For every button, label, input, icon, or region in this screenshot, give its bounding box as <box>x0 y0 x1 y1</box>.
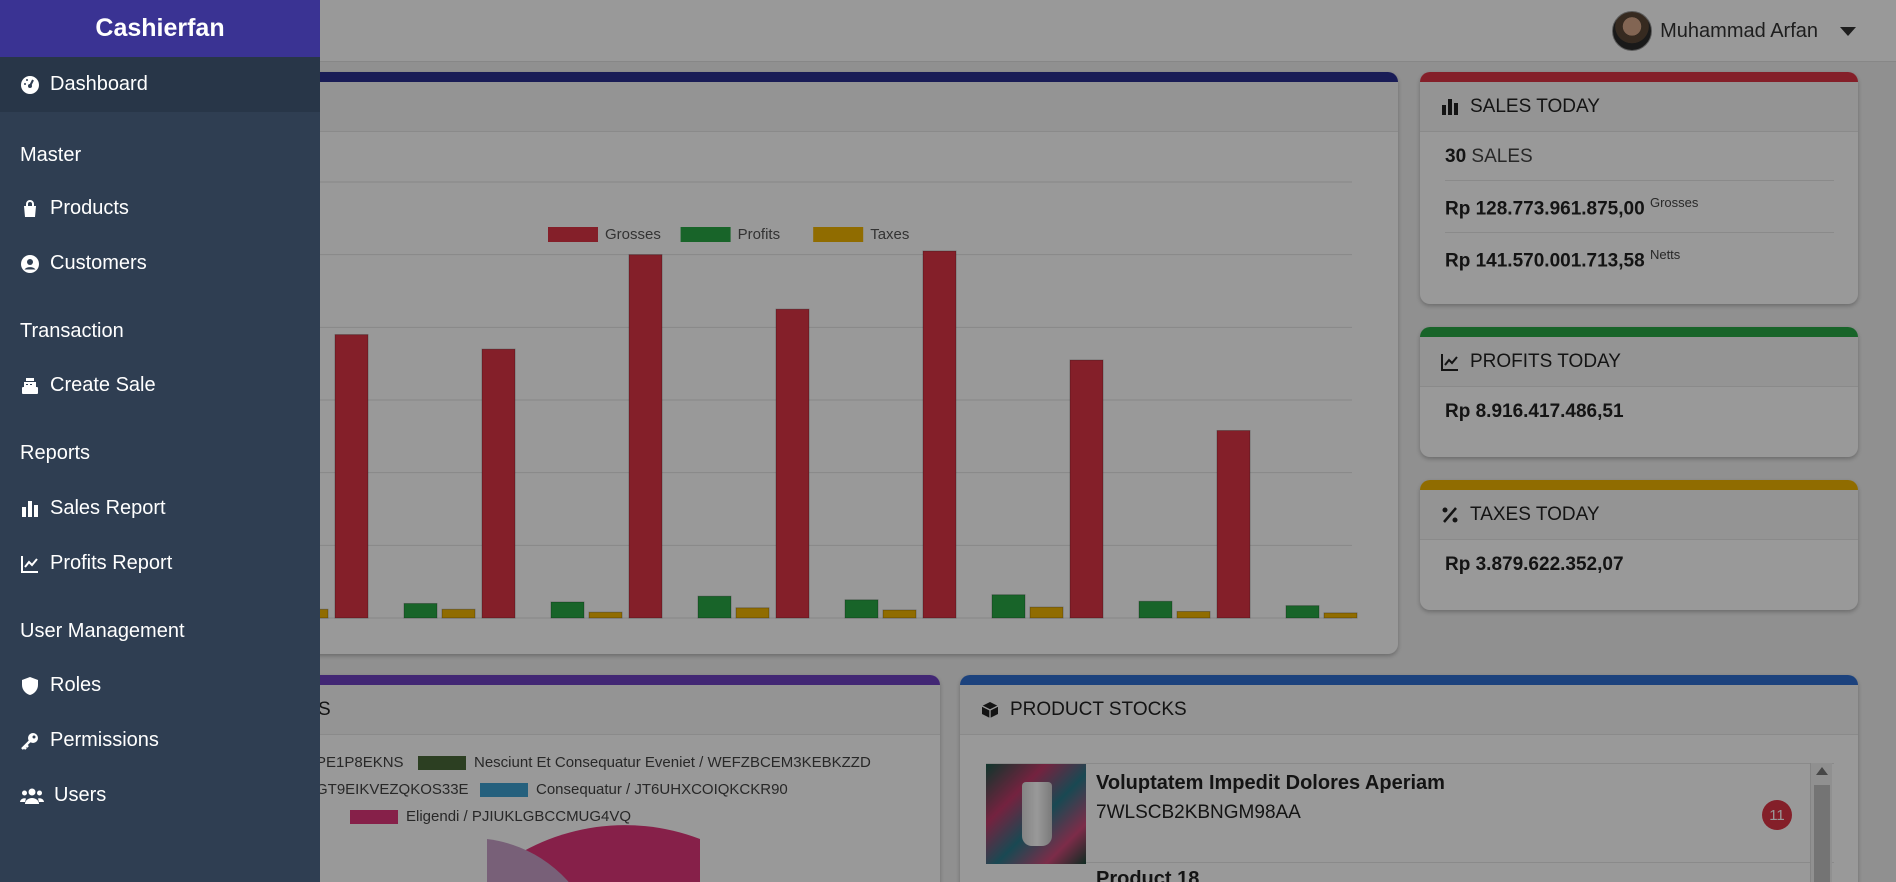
sidebar-item-users[interactable]: Users <box>0 768 320 823</box>
users-icon <box>20 788 44 804</box>
brand-logo[interactable]: Cashierfan <box>0 0 320 57</box>
bag-icon <box>24 199 36 217</box>
sidebar-item-profits-report[interactable]: Profits Report <box>0 536 320 591</box>
section-reports: Reports <box>20 442 91 464</box>
sidebar-item-label: Customers <box>50 252 147 274</box>
sidebar-item-roles[interactable]: Roles <box>0 658 320 713</box>
sidebar-item-label: Products <box>50 197 129 219</box>
sidebar-item-label: Create Sale <box>50 374 156 396</box>
sidebar-item-label: Dashboard <box>50 73 148 95</box>
key-icon <box>21 732 38 750</box>
section-user-management: User Management <box>20 620 185 642</box>
sidebar-item-customers[interactable]: Customers <box>0 236 320 291</box>
section-master: Master <box>20 144 82 166</box>
line-chart-icon <box>21 555 38 573</box>
sidebar-item-permissions[interactable]: Permissions <box>0 713 320 768</box>
user-circle-icon <box>21 254 39 273</box>
sidebar-item-label: Profits Report <box>50 552 173 574</box>
sidebar-item-products[interactable]: Products <box>0 181 320 236</box>
sidebar-item-label: Permissions <box>50 729 159 751</box>
gauge-icon <box>21 75 39 94</box>
sidebar-item-label: Roles <box>50 674 102 696</box>
sidebar-item-label: Users <box>54 784 107 806</box>
section-transaction: Transaction <box>20 320 124 342</box>
sidebar-item-dashboard[interactable]: Dashboard <box>0 57 320 112</box>
cash-register-icon <box>22 377 38 394</box>
shield-icon <box>22 676 38 695</box>
sidebar-item-sales-report[interactable]: Sales Report <box>0 481 320 536</box>
sidebar-item-create-sale[interactable]: Create Sale <box>0 358 320 413</box>
sidebar-item-label: Sales Report <box>50 497 166 519</box>
sidebar: Cashierfan Dashboard Master Products Cus… <box>0 0 320 882</box>
bar-chart-icon <box>22 500 38 517</box>
